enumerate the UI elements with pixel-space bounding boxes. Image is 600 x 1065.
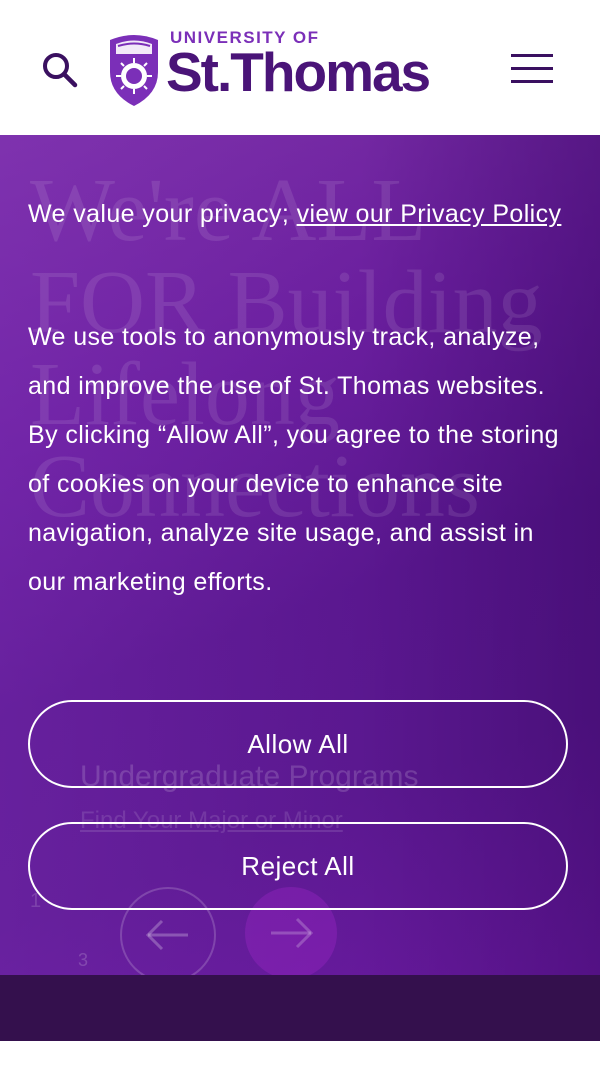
allow-all-button[interactable]: Allow All — [28, 700, 568, 788]
consent-body-text: We use tools to anonymously track, analy… — [28, 323, 559, 596]
privacy-intro-text: We value your privacy; — [28, 200, 297, 228]
page-footer-band — [0, 975, 600, 1041]
logo-st-thomas: St.Thomas — [166, 41, 431, 103]
hamburger-menu-icon — [511, 80, 553, 83]
reject-all-button[interactable]: Reject All — [28, 822, 568, 910]
search-button[interactable] — [38, 48, 82, 92]
privacy-intro: We value your privacy; view our Privacy … — [28, 189, 573, 239]
privacy-policy-link[interactable]: view our Privacy Policy — [297, 200, 562, 228]
hamburger-menu-icon — [511, 67, 553, 70]
menu-button[interactable] — [508, 48, 556, 88]
cookie-consent-dialog: We value your privacy; view our Privacy … — [0, 135, 600, 975]
search-icon — [43, 53, 78, 88]
university-logo[interactable]: UNIVERSITY OF St.Thomas — [106, 28, 466, 108]
hamburger-menu-icon — [511, 54, 553, 57]
crest-icon — [110, 35, 158, 106]
site-header: UNIVERSITY OF St.Thomas — [0, 0, 600, 135]
